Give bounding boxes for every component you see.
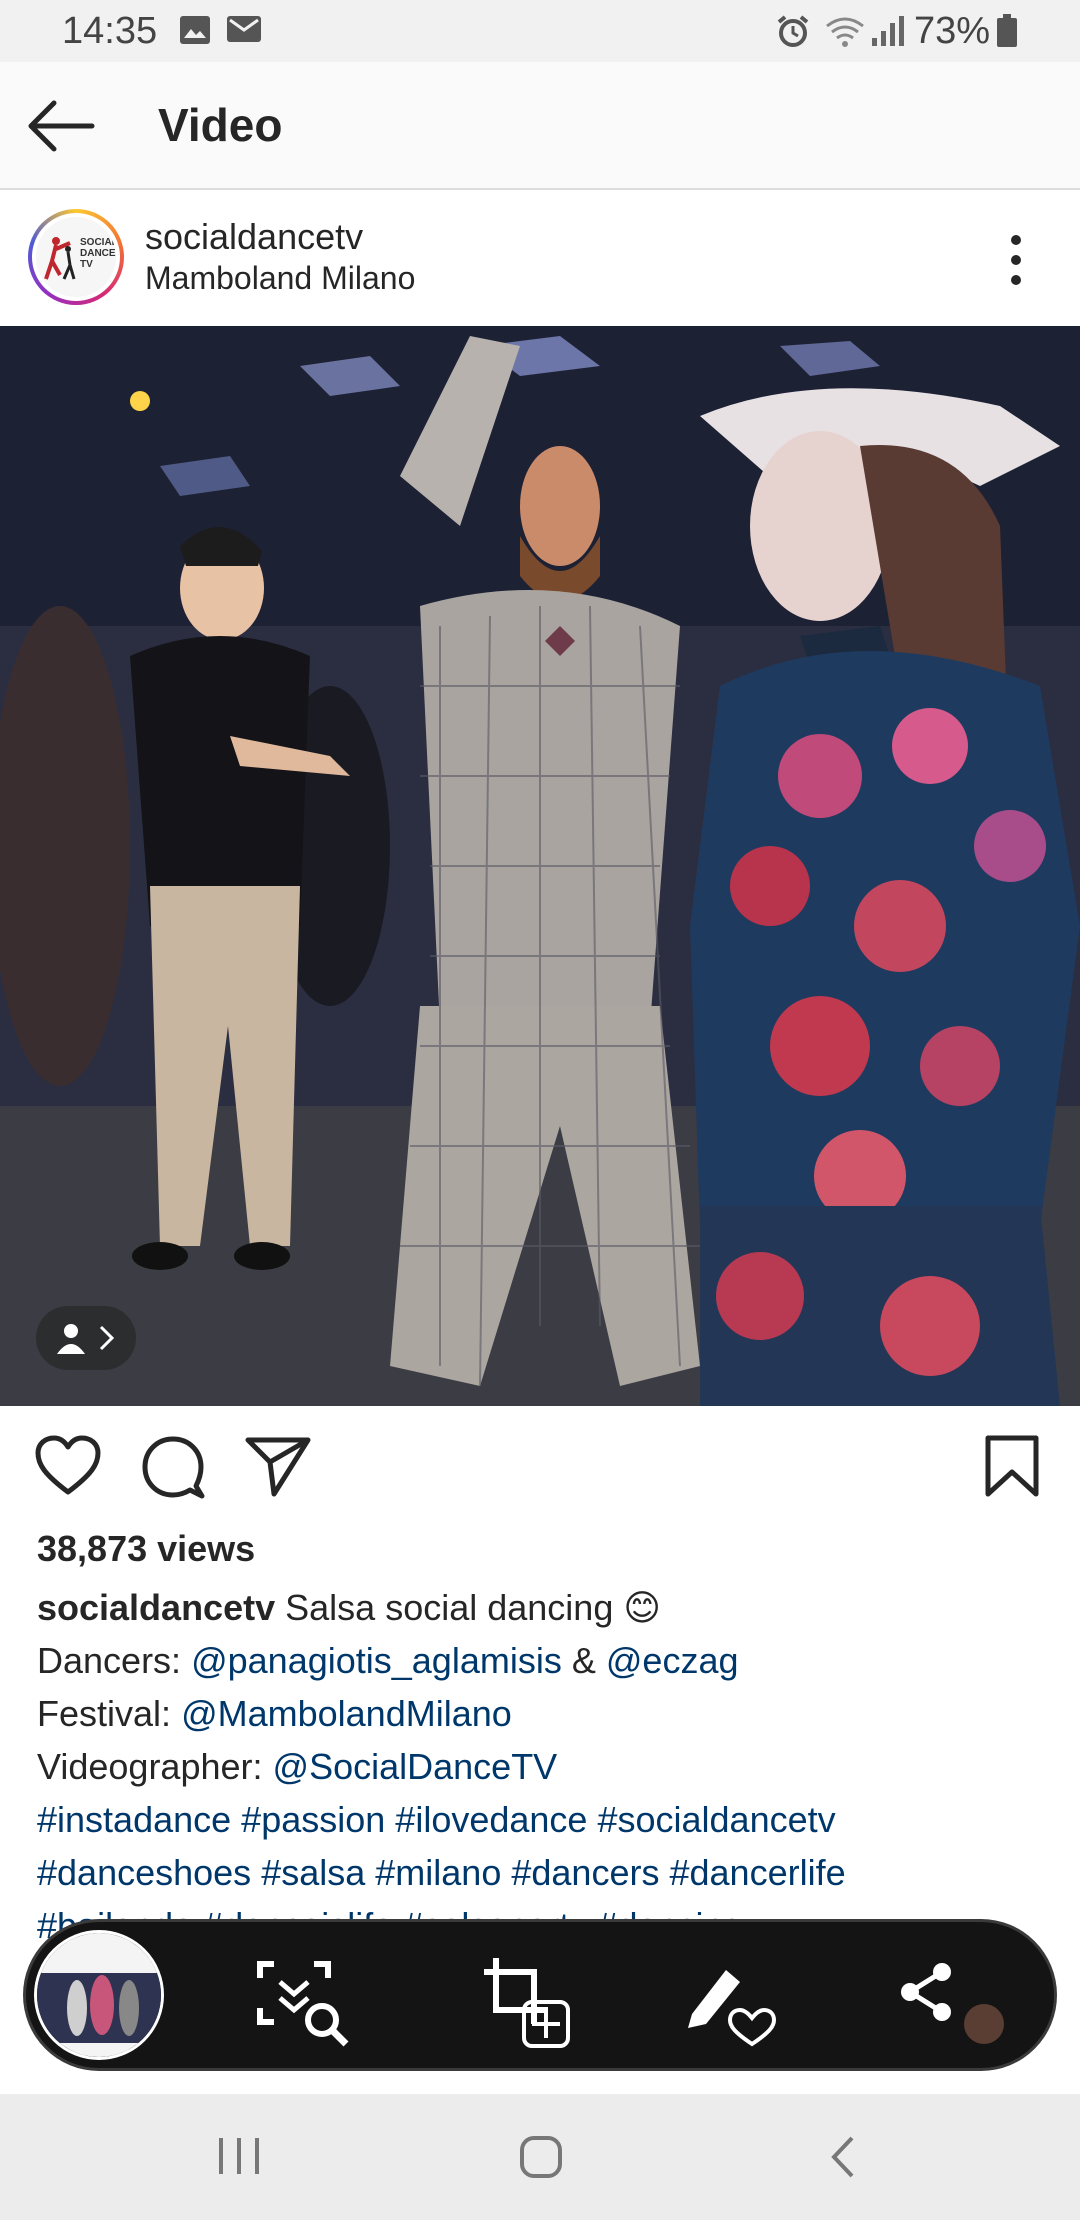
battery-icon (997, 14, 1017, 47)
status-time: 14:35 (62, 10, 158, 52)
draw-icon[interactable] (682, 1958, 782, 2048)
status-bar: 14:35 73% (0, 0, 1080, 62)
video-player[interactable] (0, 326, 1080, 1406)
screenshot-toolbar (26, 1922, 1054, 2068)
signal-icon (872, 16, 904, 46)
videographer-label: Videographer: (37, 1746, 263, 1787)
avatar-logo: SOCIAL DANCE TV (36, 217, 116, 297)
recent-apps-icon[interactable] (216, 2134, 262, 2178)
back-arrow-icon[interactable] (26, 98, 96, 154)
caption-text: Salsa social dancing (285, 1587, 614, 1628)
crop-icon[interactable] (478, 1958, 578, 2048)
hashtag[interactable]: #socialdancetv (597, 1799, 835, 1840)
scroll-capture-icon[interactable] (254, 1958, 354, 2048)
mention-festival[interactable]: @MambolandMilano (181, 1693, 512, 1734)
action-bar (0, 1406, 1080, 1536)
mail-icon (227, 16, 261, 42)
hashtag[interactable]: #ilovedance (395, 1799, 587, 1840)
app-bar: Video (0, 62, 1080, 190)
festival-label: Festival: (37, 1693, 172, 1734)
heart-icon[interactable] (34, 1434, 102, 1498)
dancers-label: Dancers: (37, 1640, 182, 1681)
post-location[interactable]: Mamboland Milano (145, 260, 415, 297)
hashtag[interactable]: #milano (375, 1852, 501, 1893)
more-options-icon[interactable] (998, 234, 1034, 286)
alarm-icon (777, 15, 809, 47)
post-header: SOCIAL DANCE TV socialdancetv Mamboland … (0, 192, 1080, 326)
battery-percent: 73% (914, 10, 991, 52)
screenshot-preview (37, 1933, 161, 2057)
tagged-people-button[interactable] (36, 1306, 136, 1370)
caption-emoji: 😊 (623, 1587, 661, 1628)
post-caption: 38,873 views socialdancetv Salsa social … (37, 1522, 1057, 1952)
mention-dancer-1[interactable]: @panagiotis_aglamisis (191, 1640, 562, 1681)
back-nav-icon[interactable] (826, 2134, 860, 2180)
system-navigation-bar (0, 2094, 1080, 2220)
video-frame (0, 326, 1080, 1406)
dancer-logo-icon (44, 237, 76, 280)
ampersand: & (571, 1640, 596, 1681)
page-title: Video (158, 99, 283, 151)
chevron-right-icon (99, 1325, 115, 1351)
hashtag[interactable]: #instadance (37, 1799, 231, 1840)
hashtag[interactable]: #dancers (511, 1852, 659, 1893)
mention-videographer[interactable]: @SocialDanceTV (273, 1746, 558, 1787)
wifi-icon (826, 17, 864, 47)
share-direct-icon[interactable] (244, 1434, 312, 1498)
bookmark-icon[interactable] (984, 1434, 1040, 1498)
person-icon (57, 1324, 85, 1354)
caption-author[interactable]: socialdancetv (37, 1587, 275, 1628)
hashtag[interactable]: #salsa (261, 1852, 365, 1893)
home-icon[interactable] (518, 2134, 564, 2180)
share-icon[interactable] (896, 1958, 1006, 2048)
screenshot-thumbnail[interactable] (34, 1930, 164, 2060)
comment-icon[interactable] (140, 1434, 206, 1500)
mention-dancer-2[interactable]: @eczag (606, 1640, 739, 1681)
view-count: 38,873 views (37, 1528, 256, 1569)
image-icon (180, 16, 210, 44)
avatar[interactable]: SOCIAL DANCE TV (28, 209, 124, 305)
hashtag[interactable]: #dancerlife (669, 1852, 845, 1893)
avatar-logo-text: SOCIAL DANCE TV (80, 237, 116, 270)
hashtag[interactable]: #passion (241, 1799, 385, 1840)
post-username[interactable]: socialdancetv (145, 216, 363, 258)
hashtag[interactable]: #danceshoes (37, 1852, 251, 1893)
